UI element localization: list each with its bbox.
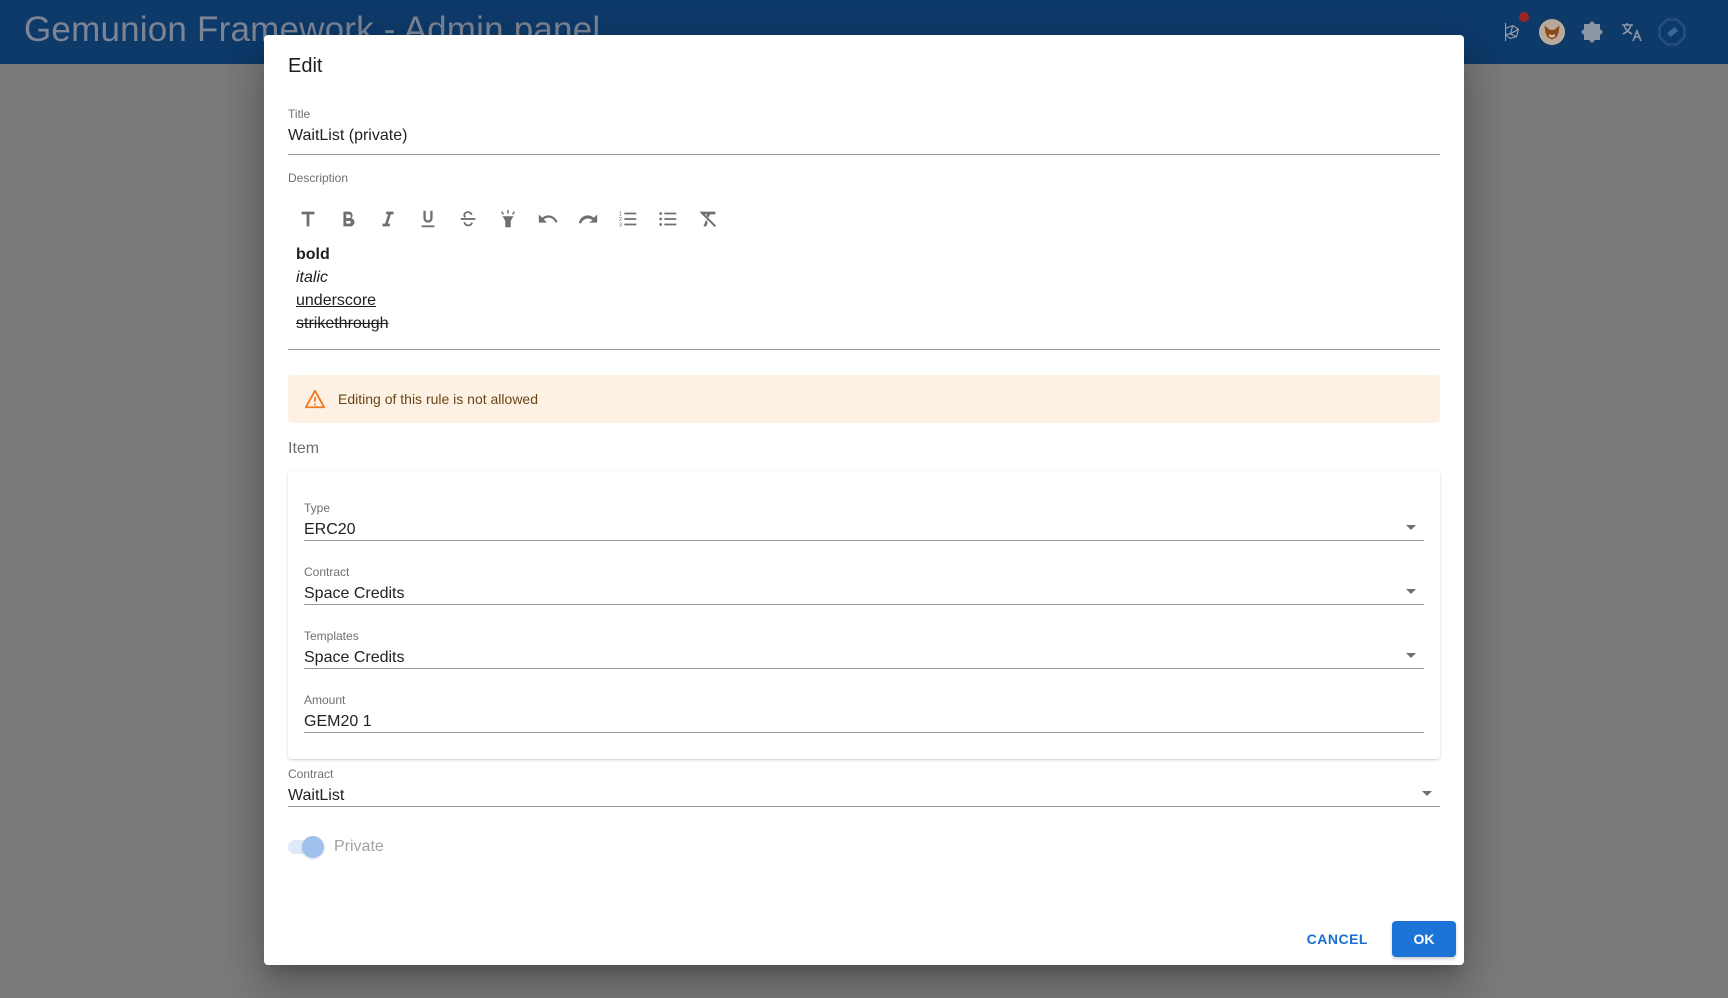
amount-field[interactable]: Amount GEM20 1 (304, 693, 1424, 733)
undo-icon[interactable] (528, 201, 568, 237)
description-underline (288, 349, 1440, 350)
translate-icon[interactable] (1616, 16, 1648, 48)
templates-value: Space Credits (304, 649, 405, 666)
redo-icon[interactable] (568, 201, 608, 237)
amount-underline (304, 732, 1424, 733)
clear-formatting-icon[interactable] (688, 201, 728, 237)
description-underline-text: underscore (296, 292, 377, 309)
toggle-track[interactable] (288, 836, 324, 858)
amount-label: Amount (304, 693, 346, 707)
cancel-button[interactable]: CANCEL (1291, 921, 1384, 957)
description-italic-text: italic (296, 269, 329, 286)
italic-icon[interactable] (368, 201, 408, 237)
bold-icon[interactable] (328, 201, 368, 237)
item-contract-value: Space Credits (304, 585, 405, 602)
title-input[interactable]: WaitList (private) (288, 127, 1440, 145)
bulleted-list-icon[interactable] (648, 201, 688, 237)
description-strikethrough-text: strikethrough (296, 315, 389, 332)
wallet-icon[interactable] (1656, 16, 1688, 48)
text-style-icon[interactable] (288, 201, 328, 237)
theme-toggle-icon[interactable] (1576, 16, 1608, 48)
dialog-title: Edit (288, 55, 323, 77)
type-underline (304, 540, 1424, 541)
type-select[interactable]: Type ERC20 (304, 501, 1424, 541)
templates-underline (304, 668, 1424, 669)
metamask-fox-icon[interactable] (1536, 16, 1568, 48)
title-field[interactable]: Title WaitList (private) (288, 107, 1440, 155)
private-toggle[interactable]: Private (288, 836, 384, 858)
templates-select[interactable]: Templates Space Credits (304, 629, 1424, 669)
rich-text-toolbar: 123 (288, 201, 728, 237)
title-underline (288, 154, 1440, 155)
title-label: Title (288, 107, 311, 121)
alert-message: Editing of this rule is not allowed (338, 391, 538, 407)
chevron-down-icon[interactable] (1406, 589, 1416, 594)
ok-button[interactable]: OK (1392, 921, 1456, 957)
type-label: Type (304, 501, 331, 515)
item-contract-label: Contract (304, 565, 350, 579)
numbered-list-icon[interactable]: 123 (608, 201, 648, 237)
contract-select[interactable]: Contract WaitList (288, 767, 1440, 807)
chevron-down-icon[interactable] (1406, 653, 1416, 658)
item-section-title: Item (288, 440, 320, 457)
warning-alert: Editing of this rule is not allowed (288, 375, 1440, 423)
private-label: Private (334, 838, 384, 855)
type-value: ERC20 (304, 521, 356, 538)
amount-input[interactable]: GEM20 1 (304, 713, 1424, 731)
templates-label: Templates (304, 629, 359, 643)
item-contract-underline (304, 604, 1424, 605)
strikethrough-icon[interactable] (448, 201, 488, 237)
svg-text:3: 3 (619, 222, 622, 228)
item-card: Type ERC20 Contract Space Credits Templa… (288, 471, 1440, 759)
notification-badge (1519, 12, 1529, 22)
toggle-thumb[interactable] (302, 836, 324, 858)
warning-icon (304, 388, 326, 410)
dialog-actions: CANCEL OK (1291, 921, 1456, 957)
chevron-down-icon[interactable] (1422, 791, 1432, 796)
highlight-icon[interactable] (488, 201, 528, 237)
chevron-down-icon[interactable] (1406, 525, 1416, 530)
contract-value: WaitList (288, 787, 345, 804)
edit-dialog: Edit Title WaitList (private) Descriptio… (264, 35, 1464, 965)
item-contract-select[interactable]: Contract Space Credits (304, 565, 1424, 605)
underline-icon[interactable] (408, 201, 448, 237)
description-bold-text: bold (296, 246, 330, 263)
description-label: Description (288, 171, 349, 185)
contract-underline (288, 806, 1440, 807)
description-editor[interactable]: bold italic underscore strikethrough (296, 243, 389, 335)
contract-label: Contract (288, 767, 334, 781)
